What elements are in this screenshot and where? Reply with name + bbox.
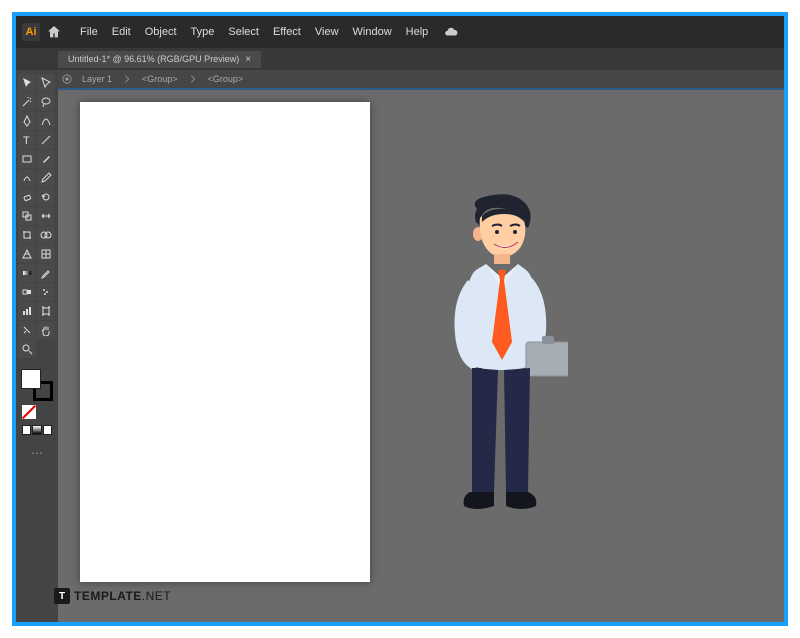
blend-tool[interactable] — [18, 283, 36, 301]
menu-object[interactable]: Object — [139, 24, 183, 40]
zoom-tool[interactable] — [18, 340, 36, 358]
breadcrumb-group[interactable]: <Group> — [138, 73, 182, 85]
app-menubar: Ai File Edit Object Type Select Effect V… — [16, 16, 784, 48]
pen-tool[interactable] — [18, 112, 36, 130]
mesh-tool[interactable] — [37, 245, 55, 263]
curvature-tool[interactable] — [37, 112, 55, 130]
target-icon[interactable] — [62, 74, 72, 84]
width-tool[interactable] — [37, 207, 55, 225]
document-tabs: Untitled-1* @ 96.61% (RGB/GPU Preview) × — [16, 48, 784, 70]
hand-tool[interactable] — [37, 321, 55, 339]
menu-view[interactable]: View — [309, 24, 345, 40]
chevron-right-icon — [122, 74, 132, 84]
canvas-workspace[interactable] — [16, 92, 784, 622]
selection-tool[interactable] — [18, 74, 36, 92]
document-tab-active[interactable]: Untitled-1* @ 96.61% (RGB/GPU Preview) × — [58, 51, 261, 68]
menu-file[interactable]: File — [74, 24, 104, 40]
edit-toolbar-button[interactable]: ⋯ — [18, 444, 56, 462]
cloud-icon[interactable] — [444, 25, 458, 39]
menu-window[interactable]: Window — [347, 24, 398, 40]
watermark-text: TEMPLATE.NET — [74, 589, 171, 603]
rotate-tool[interactable] — [37, 188, 55, 206]
lasso-tool[interactable] — [37, 93, 55, 111]
watermark-badge: T — [54, 588, 70, 604]
layer-breadcrumb: Layer 1 <Group> <Group> — [16, 70, 784, 90]
menu-edit[interactable]: Edit — [106, 24, 137, 40]
breadcrumb-layer[interactable]: Layer 1 — [78, 73, 116, 85]
fill-color[interactable] — [21, 369, 41, 389]
menu-select[interactable]: Select — [222, 24, 265, 40]
menu-help[interactable]: Help — [400, 24, 435, 40]
fill-stroke-swatch[interactable] — [21, 369, 53, 401]
perspective-tool[interactable] — [18, 245, 36, 263]
symbol-sprayer-tool[interactable] — [37, 283, 55, 301]
color-controls — [18, 365, 56, 437]
artboard[interactable] — [80, 102, 370, 582]
shape-builder-tool[interactable] — [37, 226, 55, 244]
document-tab-label: Untitled-1* @ 96.61% (RGB/GPU Preview) — [68, 54, 239, 64]
app-logo: Ai — [22, 23, 40, 41]
chevron-right-icon — [188, 74, 198, 84]
eraser-tool[interactable] — [18, 188, 36, 206]
none-swatch[interactable] — [22, 405, 36, 419]
toolbox: T — [16, 70, 58, 622]
line-tool[interactable] — [37, 131, 55, 149]
slice-tool[interactable] — [18, 321, 36, 339]
pencil-tool[interactable] — [37, 169, 55, 187]
eyedropper-tool[interactable] — [37, 264, 55, 282]
magic-wand-tool[interactable] — [18, 93, 36, 111]
gradient-tool[interactable] — [18, 264, 36, 282]
watermark: T TEMPLATE.NET — [54, 588, 171, 604]
rectangle-tool[interactable] — [18, 150, 36, 168]
artboard-tool[interactable] — [37, 302, 55, 320]
app-window: Ai File Edit Object Type Select Effect V… — [12, 12, 788, 626]
svg-text:T: T — [23, 135, 30, 146]
free-transform-tool[interactable] — [18, 226, 36, 244]
gradient-mode-swatch[interactable] — [32, 425, 41, 435]
type-tool[interactable]: T — [18, 131, 36, 149]
menu-effect[interactable]: Effect — [267, 24, 307, 40]
close-icon[interactable]: × — [245, 54, 251, 65]
color-mode-swatch[interactable] — [22, 425, 31, 435]
menu-type[interactable]: Type — [185, 24, 221, 40]
direct-selection-tool[interactable] — [37, 74, 55, 92]
breadcrumb-group[interactable]: <Group> — [204, 73, 248, 85]
none-mode-swatch[interactable] — [43, 425, 52, 435]
scale-tool[interactable] — [18, 207, 36, 225]
home-icon[interactable] — [46, 24, 62, 40]
paintbrush-tool[interactable] — [37, 150, 55, 168]
column-graph-tool[interactable] — [18, 302, 36, 320]
character-illustration[interactable] — [428, 192, 568, 532]
menu-list: File Edit Object Type Select Effect View… — [74, 24, 434, 40]
shaper-tool[interactable] — [18, 169, 36, 187]
